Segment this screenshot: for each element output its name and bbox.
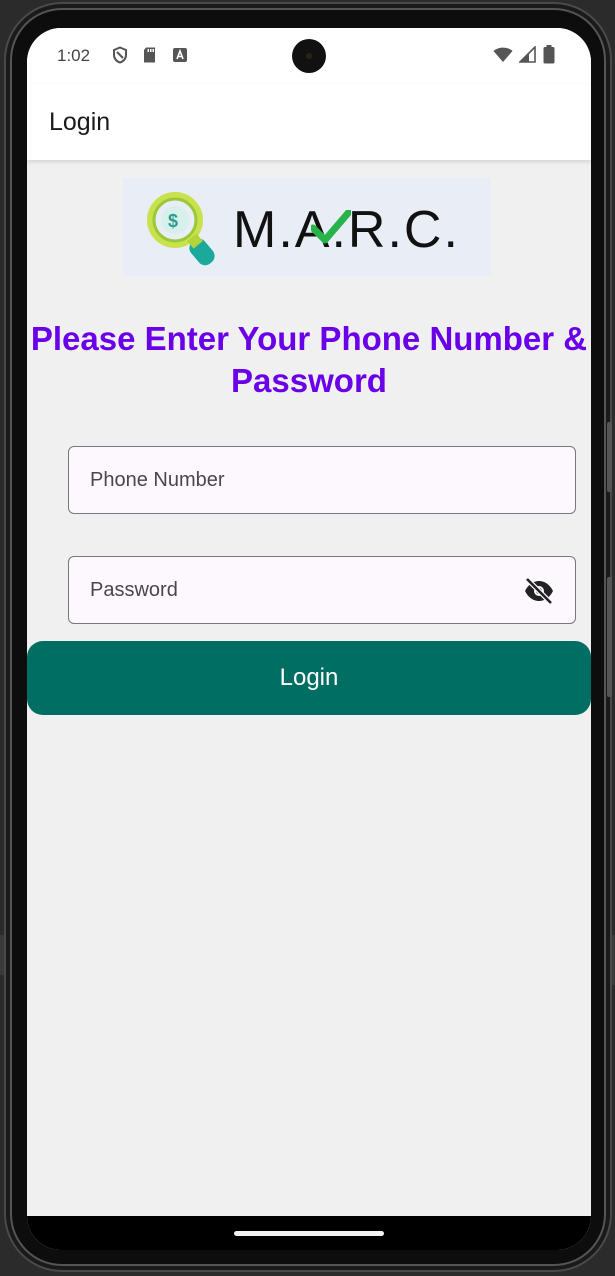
status-icons-left — [111, 46, 189, 64]
marc-logo: $ M.A.R.C. — [123, 178, 491, 276]
shield-icon — [111, 46, 129, 64]
page-heading: Please Enter Your Phone Number & Passwor… — [30, 320, 588, 399]
status-time: 1:02 — [57, 46, 91, 65]
cellular-signal-icon — [518, 44, 537, 69]
wifi-icon — [493, 46, 513, 69]
login-button[interactable]: Login — [27, 641, 591, 715]
eye-off-icon[interactable] — [523, 577, 555, 605]
phone-number-field[interactable] — [68, 446, 576, 514]
screen: 1:02 Login $ M.A.R.C. Please Enter Your … — [27, 28, 591, 1250]
front-camera — [292, 39, 326, 73]
battery-icon — [543, 45, 555, 69]
power-button — [607, 422, 612, 492]
home-indicator[interactable] — [234, 1231, 384, 1236]
status-icons-right — [493, 44, 555, 69]
phone-number-input[interactable] — [69, 447, 575, 513]
magnifier-coin-icon: $ — [147, 192, 215, 266]
font-a-icon — [171, 46, 189, 64]
password-input[interactable] — [69, 557, 575, 623]
app-bar-title: Login — [49, 108, 111, 136]
checkmark-icon — [311, 210, 351, 244]
svg-text:$: $ — [168, 211, 178, 231]
phone-frame: 1:02 Login $ M.A.R.C. Please Enter Your … — [4, 2, 612, 1272]
app-bar: Login — [27, 84, 591, 160]
password-field[interactable] — [68, 556, 576, 624]
sd-card-icon — [141, 46, 159, 64]
volume-button — [607, 577, 612, 697]
status-bar: 1:02 — [27, 28, 591, 84]
